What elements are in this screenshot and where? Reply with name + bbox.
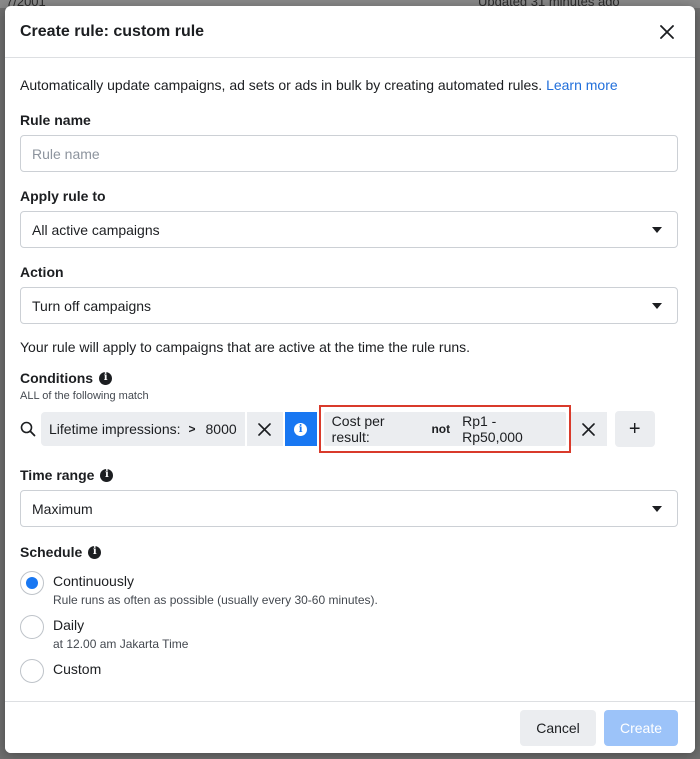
schedule-option-text: Custom bbox=[53, 659, 101, 678]
modal-body: Automatically update campaigns, ad sets … bbox=[5, 58, 695, 705]
radio-button[interactable] bbox=[20, 659, 44, 683]
info-icon[interactable]: i bbox=[100, 468, 114, 482]
condition-metric: Cost per result: bbox=[331, 413, 385, 445]
modal-header: Create rule: custom rule bbox=[5, 6, 695, 58]
caret-down-icon bbox=[652, 226, 662, 233]
rule-name-input[interactable] bbox=[32, 145, 666, 162]
conditions-row: Lifetime impressions: > 8000 i Cost per … bbox=[20, 405, 678, 453]
condition-value: Rp1 - Rp50,000 bbox=[462, 413, 523, 445]
caret-down-icon bbox=[652, 505, 662, 512]
cancel-button[interactable]: Cancel bbox=[520, 709, 596, 746]
radio-button[interactable] bbox=[20, 571, 44, 595]
schedule-label-row: Schedule i bbox=[20, 543, 678, 561]
rule-name-label: Rule name bbox=[20, 112, 91, 128]
conditions-label-row: Conditions i bbox=[20, 369, 678, 387]
schedule-option-continuously[interactable]: Continuously Rule runs as often as possi… bbox=[20, 571, 678, 607]
schedule-option-title: Continuously bbox=[53, 573, 134, 589]
schedule-option-title: Daily bbox=[53, 617, 85, 633]
create-button[interactable]: Create bbox=[604, 709, 678, 746]
close-button[interactable] bbox=[655, 20, 679, 44]
remove-condition-button[interactable] bbox=[570, 412, 607, 446]
time-range-label: Time range bbox=[20, 467, 95, 483]
schedule-option-daily[interactable]: Daily at 12.00 am Jakarta Time bbox=[20, 615, 678, 651]
apply-rule-to-value: All active campaigns bbox=[32, 221, 160, 238]
condition-operator: not bbox=[431, 422, 451, 436]
condition-value: 8000 bbox=[205, 421, 237, 437]
intro-text: Automatically update campaigns, ad sets … bbox=[20, 77, 618, 93]
rule-name-field-wrapper bbox=[20, 135, 678, 172]
schedule-option-custom[interactable]: Custom bbox=[20, 659, 678, 683]
close-icon bbox=[582, 422, 595, 436]
condition-metric: Lifetime impressions: bbox=[49, 421, 181, 437]
search-icon bbox=[20, 421, 40, 437]
schedule-option-desc: Rule runs as often as possible (usually … bbox=[53, 593, 378, 607]
schedule-label: Schedule bbox=[20, 544, 83, 560]
conditions-sublabel: ALL of the following match bbox=[20, 390, 149, 402]
schedule-option-text: Daily at 12.00 am Jakarta Time bbox=[53, 615, 188, 651]
condition-info-button[interactable]: i bbox=[284, 412, 317, 446]
learn-more-link[interactable]: Learn more bbox=[546, 77, 618, 93]
close-icon bbox=[660, 24, 674, 39]
time-range-select[interactable]: Maximum bbox=[20, 490, 678, 527]
modal-title: Create rule: custom rule bbox=[20, 22, 205, 40]
caret-down-icon bbox=[652, 302, 662, 309]
radio-button[interactable] bbox=[20, 615, 44, 639]
apply-rule-to-label: Apply rule to bbox=[20, 188, 106, 204]
apply-note: Your rule will apply to campaigns that a… bbox=[20, 339, 471, 355]
condition-chip-cost-per-result[interactable]: Cost per result: not Rp1 - Rp50,000 bbox=[323, 412, 566, 446]
remove-condition-button[interactable] bbox=[246, 412, 283, 446]
close-icon bbox=[258, 422, 271, 436]
schedule-option-text: Continuously Rule runs as often as possi… bbox=[53, 571, 378, 607]
time-range-value: Maximum bbox=[32, 500, 93, 517]
condition-chip-impressions[interactable]: Lifetime impressions: > 8000 bbox=[41, 412, 245, 446]
add-condition-button[interactable]: + bbox=[614, 411, 655, 447]
action-label: Action bbox=[20, 264, 64, 280]
create-rule-modal: Create rule: custom rule Automatically u… bbox=[5, 6, 695, 753]
time-range-label-row: Time range i bbox=[20, 466, 678, 484]
schedule-option-title: Custom bbox=[53, 661, 102, 677]
condition-operator: > bbox=[188, 422, 196, 436]
info-icon[interactable]: i bbox=[88, 545, 102, 559]
info-icon[interactable]: i bbox=[99, 371, 113, 385]
apply-rule-to-select[interactable]: All active campaigns bbox=[20, 211, 678, 248]
action-value: Turn off campaigns bbox=[32, 297, 152, 314]
schedule-option-desc: at 12.00 am Jakarta Time bbox=[53, 637, 189, 651]
conditions-label: Conditions bbox=[20, 370, 94, 386]
highlighted-condition: Cost per result: not Rp1 - Rp50,000 bbox=[318, 405, 571, 453]
info-icon: i bbox=[294, 422, 308, 436]
action-select[interactable]: Turn off campaigns bbox=[20, 287, 678, 324]
modal-footer: Cancel Create bbox=[5, 701, 695, 753]
